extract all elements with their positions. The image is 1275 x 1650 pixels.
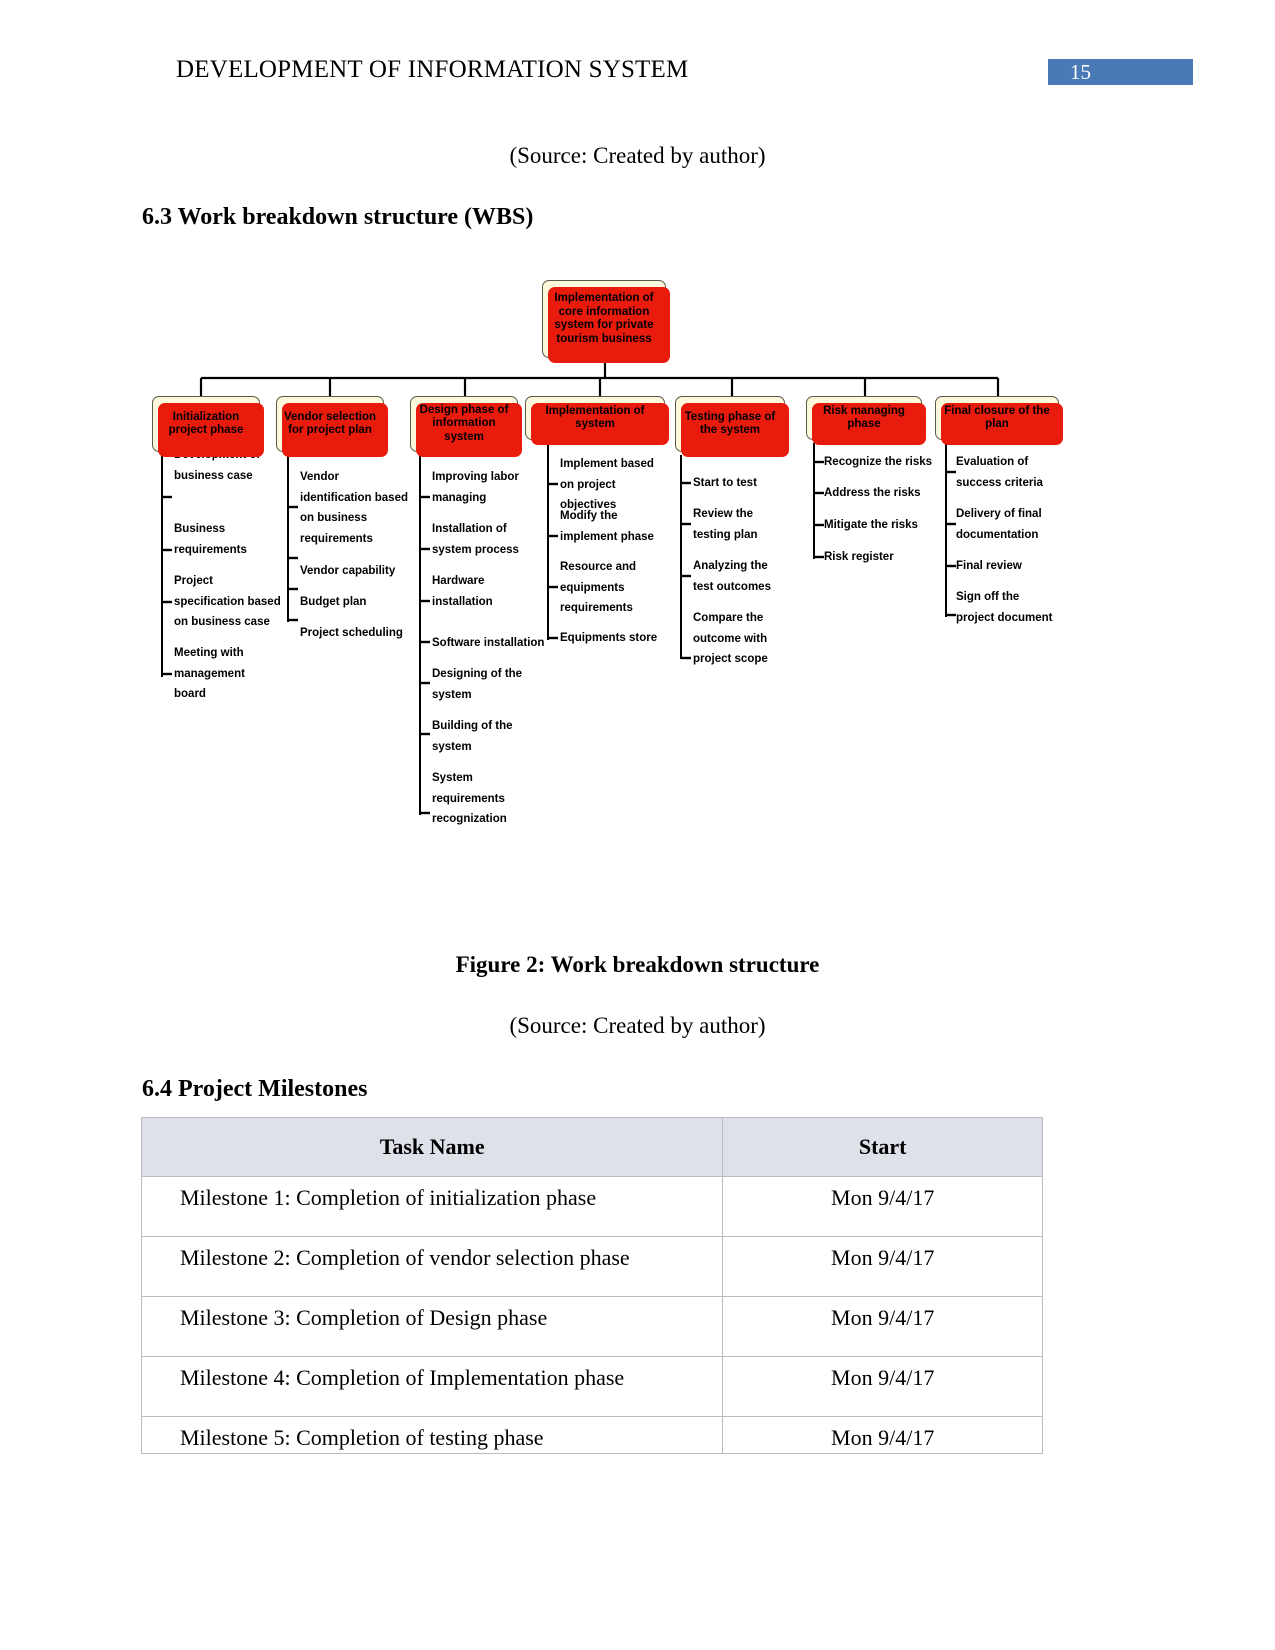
table-row: Milestone 5: Completion of testing phase…: [140, 1416, 1043, 1454]
wbs-leaf[interactable]: Vendor capability: [300, 561, 412, 582]
wbs-leaf[interactable]: Recognize the risks: [824, 452, 934, 473]
wbs-leaf[interactable]: Software installation: [432, 633, 562, 654]
wbs-branch-node-1[interactable]: Vendor selection for project plan: [276, 396, 388, 457]
wbs-branch-label: Final closure of the plan: [944, 404, 1050, 431]
cell-start: Mon 9/4/17: [722, 1296, 1043, 1357]
wbs-leaf[interactable]: Business requirements: [174, 519, 278, 560]
wbs-branch-node-6[interactable]: Final closure of the plan: [935, 396, 1063, 445]
wbs-branch-label: Design phase of information system: [419, 403, 509, 443]
column-header-task-name: Task Name: [140, 1117, 724, 1177]
page-header: DEVELOPMENT OF INFORMATION SYSTEM 15: [0, 0, 1275, 110]
table-row: Milestone 4: Completion of Implementatio…: [140, 1356, 1043, 1417]
wbs-leaf[interactable]: Address the risks: [824, 483, 934, 504]
wbs-leaf[interactable]: Budget plan: [300, 592, 412, 613]
wbs-leaf[interactable]: Mitigate the risks: [824, 515, 934, 536]
wbs-branch-node-4[interactable]: Testing phase of the system: [675, 396, 789, 457]
wbs-branch-label: Vendor selection for project plan: [283, 410, 377, 437]
wbs-branch-node-5[interactable]: Risk managing phase: [806, 396, 926, 445]
cell-start: Mon 9/4/17: [722, 1236, 1043, 1297]
cell-task-name: Milestone 1: Completion of initializatio…: [140, 1176, 724, 1237]
heading-milestones: 6.4 Project Milestones: [142, 1076, 368, 1102]
wbs-leaf[interactable]: Equipments store: [560, 628, 672, 649]
wbs-branch-node-3[interactable]: Implementation of system: [525, 396, 669, 445]
table-row: Milestone 1: Completion of initializatio…: [140, 1176, 1043, 1237]
cell-start: Mon 9/4/17: [722, 1356, 1043, 1417]
cell-start: Mon 9/4/17: [722, 1416, 1043, 1454]
wbs-leaf[interactable]: Installation of system process: [432, 519, 530, 560]
wbs-leaf[interactable]: Analyzing the test outcomes: [693, 556, 791, 597]
wbs-leaf[interactable]: Review the testing plan: [693, 504, 791, 545]
milestones-table: Task Name Start Milestone 1: Completion …: [140, 1117, 1043, 1454]
table-header-row: Task Name Start: [140, 1117, 1043, 1177]
wbs-leaf[interactable]: Start to test: [693, 473, 791, 494]
source-note-figure: (Source: Created by author): [509, 1013, 766, 1038]
source-note-top: (Source: Created by author): [509, 143, 766, 168]
figure-caption: Figure 2: Work breakdown structure: [455, 952, 820, 977]
wbs-leaf[interactable]: System requirements recognization: [432, 768, 530, 830]
page-number: 15: [1070, 60, 1091, 84]
wbs-leaf[interactable]: Resource and equipments requirements: [560, 557, 664, 619]
wbs-leaf[interactable]: Building of the system: [432, 716, 530, 757]
table-row: Milestone 2: Completion of vendor select…: [140, 1236, 1043, 1297]
cell-task-name: Milestone 4: Completion of Implementatio…: [140, 1356, 724, 1417]
wbs-leaf[interactable]: Designing of the system: [432, 664, 530, 705]
wbs-leaf[interactable]: Compare the outcome with project scope: [693, 608, 785, 670]
wbs-branch-node-2[interactable]: Design phase of information system: [410, 396, 522, 457]
wbs-leaf[interactable]: Vendor identification based on business …: [300, 467, 412, 549]
wbs-root-label: Implementation of core information syste…: [554, 292, 654, 345]
cell-task-name: Milestone 5: Completion of testing phase: [140, 1416, 724, 1454]
heading-wbs: 6.3 Work breakdown structure (WBS): [142, 204, 534, 230]
wbs-leaf[interactable]: Sign off the project document: [956, 587, 1060, 628]
wbs-leaf[interactable]: Delivery of final documentation: [956, 504, 1052, 545]
cell-task-name: Milestone 3: Completion of Design phase: [140, 1296, 724, 1357]
wbs-branch-label: Risk managing phase: [823, 404, 905, 431]
wbs-leaf[interactable]: Meeting with management board: [174, 643, 278, 705]
wbs-leaf[interactable]: Project scheduling: [300, 623, 412, 644]
document-header-title: DEVELOPMENT OF INFORMATION SYSTEM: [176, 56, 689, 83]
cell-task-name: Milestone 2: Completion of vendor select…: [140, 1236, 724, 1297]
wbs-leaf[interactable]: Risk register: [824, 547, 934, 568]
wbs-root-node[interactable]: Implementation of core information syste…: [542, 280, 670, 363]
wbs-branch-node-0[interactable]: Initialization project phase: [152, 396, 264, 457]
wbs-diagram: Implementation of core information syste…: [140, 265, 1100, 835]
wbs-leaf[interactable]: Evaluation of success criteria: [956, 452, 1052, 493]
wbs-leaf[interactable]: Final review: [956, 556, 1052, 577]
wbs-leaf[interactable]: Improving labor managing: [432, 467, 530, 508]
table-row: Milestone 3: Completion of Design phase …: [140, 1296, 1043, 1357]
wbs-branch-label: Initialization project phase: [168, 410, 244, 437]
wbs-leaf[interactable]: Project specification based on business …: [174, 571, 284, 633]
column-header-start: Start: [722, 1117, 1043, 1177]
cell-start: Mon 9/4/17: [722, 1176, 1043, 1237]
page-number-badge: 15: [1048, 59, 1193, 85]
wbs-branch-label: Implementation of system: [545, 404, 645, 431]
wbs-branch-label: Testing phase of the system: [684, 410, 776, 437]
wbs-leaf[interactable]: Modify the implement phase: [560, 506, 664, 547]
wbs-leaf[interactable]: Hardware installation: [432, 571, 530, 612]
